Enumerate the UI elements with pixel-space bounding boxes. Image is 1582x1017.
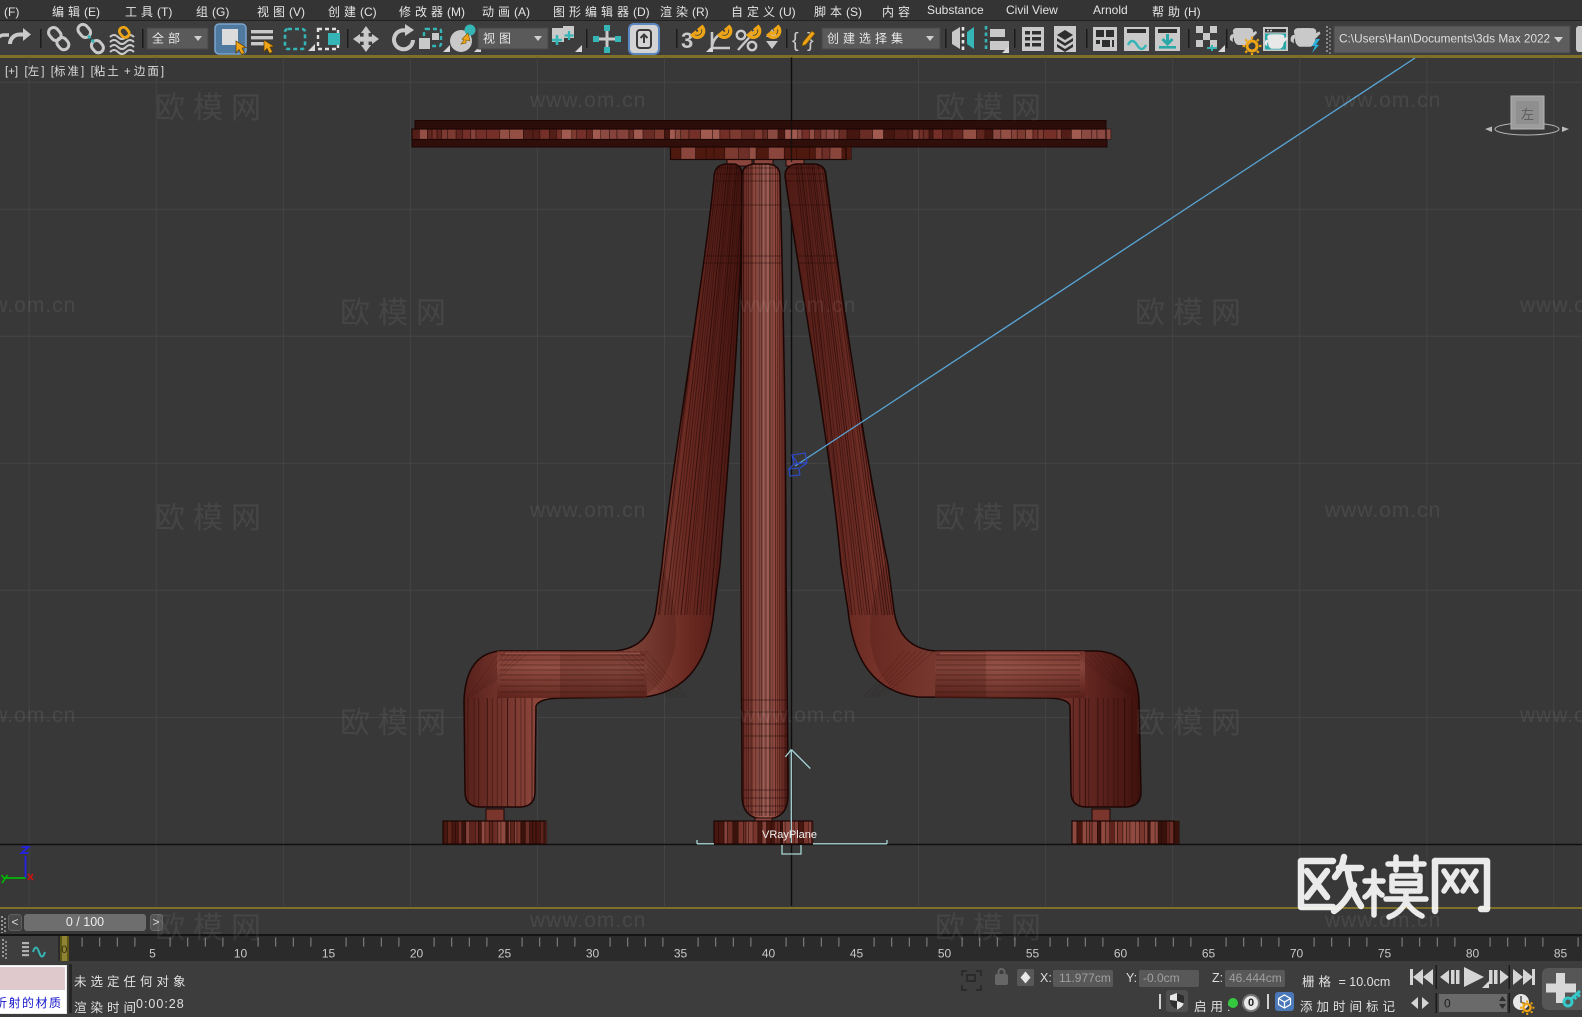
svg-text:65: 65 xyxy=(1202,946,1216,960)
svg-text:45: 45 xyxy=(850,946,864,960)
svg-text:50: 50 xyxy=(938,946,952,960)
svg-text:75: 75 xyxy=(1378,946,1392,960)
svg-text:20: 20 xyxy=(410,946,424,960)
svg-text:30: 30 xyxy=(586,946,600,960)
svg-text:0: 0 xyxy=(1444,997,1451,1011)
svg-text:85: 85 xyxy=(1554,946,1568,960)
svg-text:40: 40 xyxy=(762,946,776,960)
svg-text:15: 15 xyxy=(322,946,336,960)
svg-text:左: 左 xyxy=(1521,107,1534,122)
svg-text:VRayPlane: VRayPlane xyxy=(762,829,817,841)
svg-text:60: 60 xyxy=(1114,946,1128,960)
svg-text:25: 25 xyxy=(498,946,512,960)
svg-text:80: 80 xyxy=(1466,946,1480,960)
svg-text:55: 55 xyxy=(1026,946,1040,960)
svg-text:35: 35 xyxy=(674,946,688,960)
svg-text:10: 10 xyxy=(234,946,248,960)
svg-text:70: 70 xyxy=(1290,946,1304,960)
svg-text:5: 5 xyxy=(149,946,156,960)
